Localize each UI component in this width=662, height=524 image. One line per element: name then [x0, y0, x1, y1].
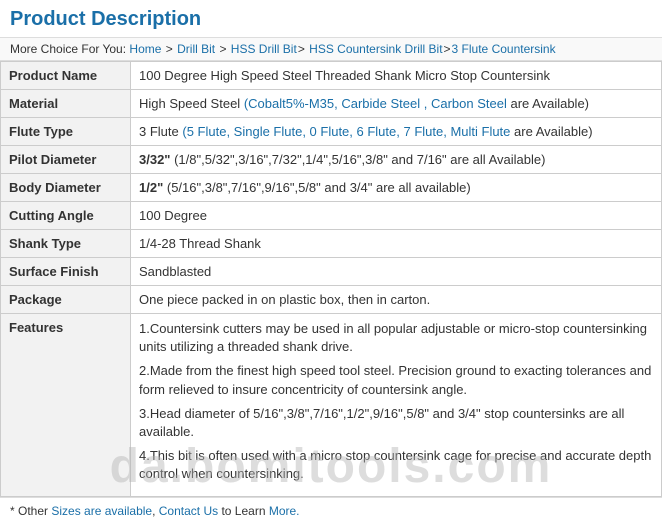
table-row: Package One piece packed in on plastic b… — [1, 286, 662, 314]
value-body-diameter: 1/2" (5/16",3/8",7/16",9/16",5/8" and 3/… — [131, 174, 662, 202]
table-row: Product Name 100 Degree High Speed Steel… — [1, 62, 662, 90]
label-shank-type: Shank Type — [1, 230, 131, 258]
description-table: Product Name 100 Degree High Speed Steel… — [0, 61, 662, 497]
body-plain: (5/16",3/8",7/16",9/16",5/8" and 3/4" ar… — [167, 180, 471, 195]
footer-contact-link[interactable]: Contact Us — [159, 504, 218, 518]
table-row-features: Features 1.Countersink cutters may be us… — [1, 314, 662, 497]
label-product-name: Product Name — [1, 62, 131, 90]
table-row: Body Diameter 1/2" (5/16",3/8",7/16",9/1… — [1, 174, 662, 202]
breadcrumb-prefix: More Choice For You: — [10, 42, 126, 56]
value-material: High Speed Steel (Cobalt5%-M35, Carbide … — [131, 90, 662, 118]
page-title: Product Description — [0, 0, 662, 38]
label-package: Package — [1, 286, 131, 314]
footer-static: * Other — [10, 504, 51, 518]
breadcrumb-home[interactable]: Home — [129, 42, 161, 56]
value-flute-type: 3 Flute (5 Flute, Single Flute, 0 Flute,… — [131, 118, 662, 146]
breadcrumb-hss-drill-bit[interactable]: HSS Drill Bit — [231, 42, 297, 56]
features-list: 1.Countersink cutters may be used in all… — [139, 320, 653, 484]
list-item: 2.Made from the finest high speed tool s… — [139, 362, 653, 398]
material-plain: High Speed Steel — [139, 96, 240, 111]
list-item: 3.Head diameter of 5/16",3/8",7/16",1/2"… — [139, 405, 653, 441]
main-content: Product Description More Choice For You:… — [0, 0, 662, 524]
label-features: Features — [1, 314, 131, 497]
footer-sizes-link[interactable]: Sizes are available — [51, 504, 152, 518]
page-container: Product Description More Choice For You:… — [0, 0, 662, 524]
value-shank-type: 1/4-28 Thread Shank — [131, 230, 662, 258]
breadcrumb-drill-bit[interactable]: Drill Bit — [177, 42, 215, 56]
value-features: 1.Countersink cutters may be used in all… — [131, 314, 662, 497]
body-bold: 1/2" — [139, 180, 163, 195]
value-cutting-angle: 100 Degree — [131, 202, 662, 230]
label-pilot-diameter: Pilot Diameter — [1, 146, 131, 174]
label-cutting-angle: Cutting Angle — [1, 202, 131, 230]
label-material: Material — [1, 90, 131, 118]
table-row: Surface Finish Sandblasted — [1, 258, 662, 286]
breadcrumb-hss-countersink[interactable]: HSS Countersink Drill Bit — [309, 42, 442, 56]
flute-plain: 3 Flute — [139, 124, 179, 139]
value-pilot-diameter: 3/32" (1/8",5/32",3/16",7/32",1/4",5/16"… — [131, 146, 662, 174]
pilot-bold: 3/32" — [139, 152, 170, 167]
footer-to-learn: to Learn — [218, 504, 269, 518]
value-product-name: 100 Degree High Speed Steel Threaded Sha… — [131, 62, 662, 90]
table-row: Pilot Diameter 3/32" (1/8",5/32",3/16",7… — [1, 146, 662, 174]
pilot-plain: (1/8",5/32",3/16",7/32",1/4",5/16",3/8" … — [174, 152, 545, 167]
table-row: Shank Type 1/4-28 Thread Shank — [1, 230, 662, 258]
material-suffix: are Available) — [510, 96, 589, 111]
footer-more-link[interactable]: More. — [269, 504, 300, 518]
label-body-diameter: Body Diameter — [1, 174, 131, 202]
footer-comma: , — [152, 504, 159, 518]
breadcrumb-3-flute[interactable]: 3 Flute Countersink — [452, 42, 556, 56]
footer-note: * Other Sizes are available, Contact Us … — [0, 497, 662, 524]
list-item: 1.Countersink cutters may be used in all… — [139, 320, 653, 356]
material-highlighted: (Cobalt5%-M35, Carbide Steel , Carbon St… — [244, 96, 507, 111]
flute-highlighted: (5 Flute, Single Flute, 0 Flute, 6 Flute… — [182, 124, 510, 139]
label-flute-type: Flute Type — [1, 118, 131, 146]
breadcrumb: More Choice For You: Home > Drill Bit > … — [0, 38, 662, 61]
value-package: One piece packed in on plastic box, then… — [131, 286, 662, 314]
table-row: Cutting Angle 100 Degree — [1, 202, 662, 230]
table-row: Material High Speed Steel (Cobalt5%-M35,… — [1, 90, 662, 118]
flute-suffix: are Available) — [514, 124, 593, 139]
value-surface-finish: Sandblasted — [131, 258, 662, 286]
list-item: 4.This bit is often used with a micro st… — [139, 447, 653, 483]
label-surface-finish: Surface Finish — [1, 258, 131, 286]
table-row: Flute Type 3 Flute (5 Flute, Single Flut… — [1, 118, 662, 146]
